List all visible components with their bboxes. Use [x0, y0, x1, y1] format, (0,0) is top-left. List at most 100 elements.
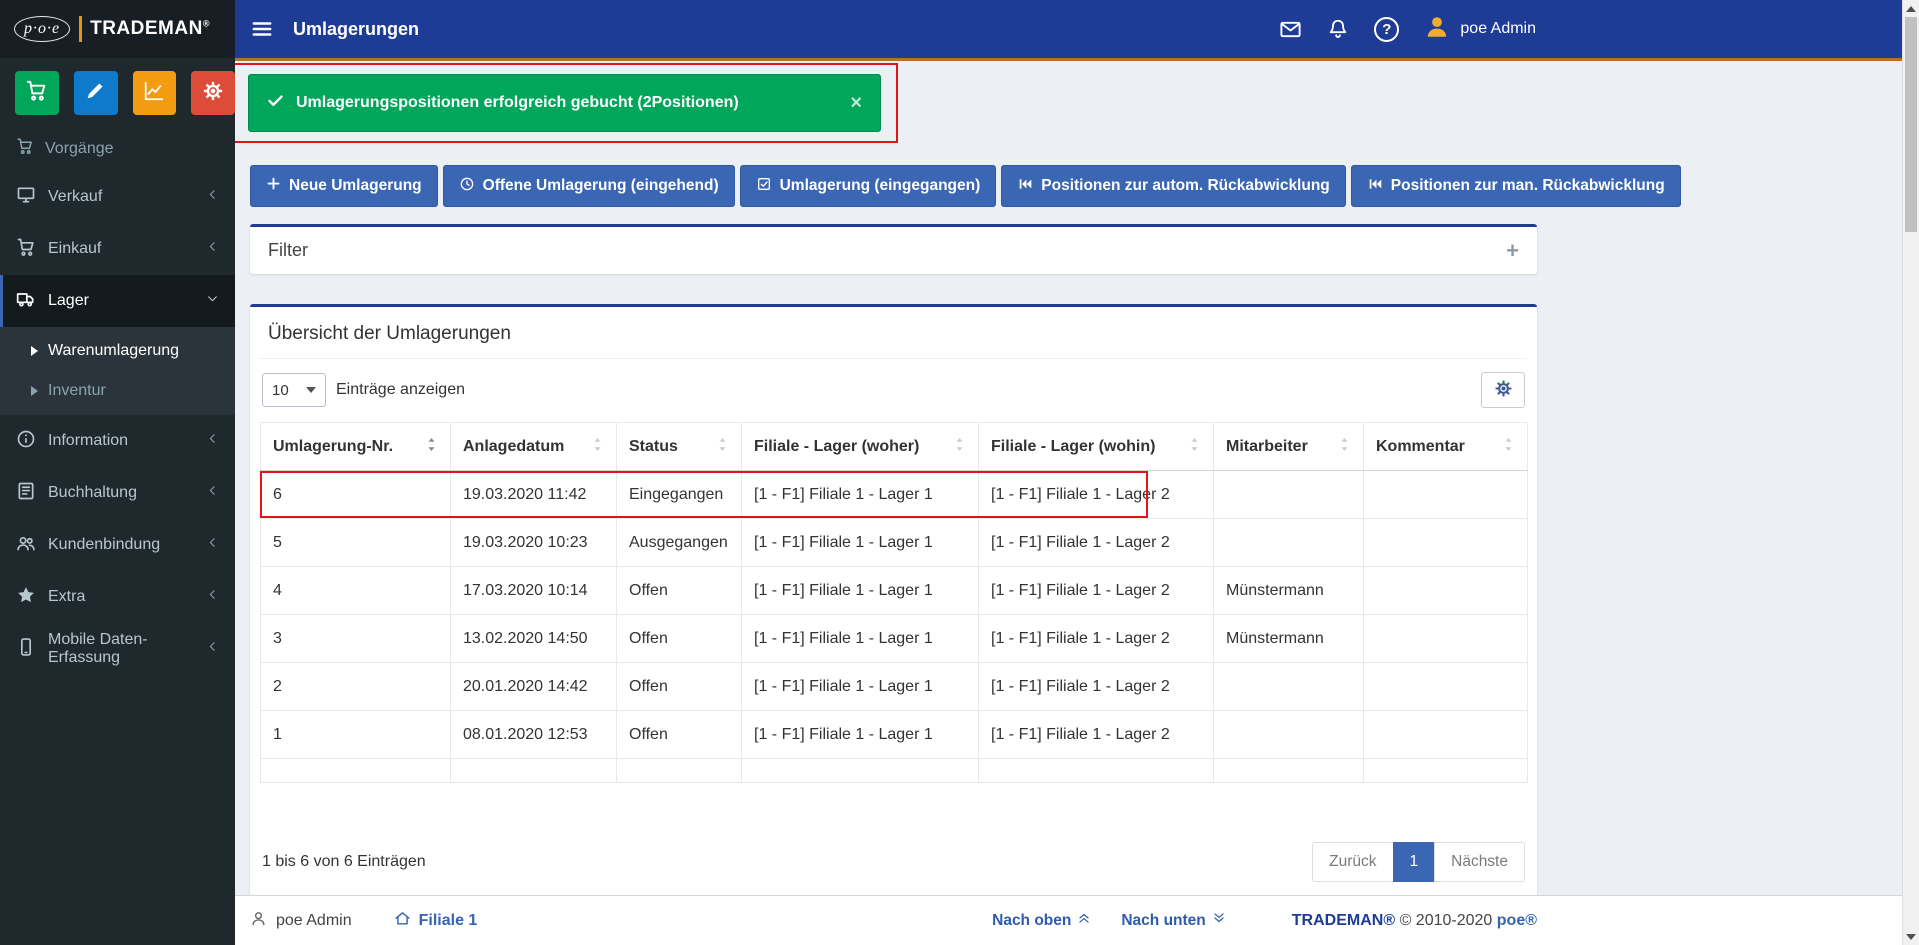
info-icon: [16, 429, 36, 454]
check-icon: [267, 92, 284, 114]
notifications-icon[interactable]: [1327, 18, 1349, 40]
quick-edit-button[interactable]: [74, 71, 118, 115]
sidebar-item-einkauf[interactable]: Einkauf: [0, 223, 235, 275]
cart-icon: [16, 237, 36, 262]
scroll-up-arrow[interactable]: [1903, 0, 1919, 17]
chevron-left-icon: [206, 588, 219, 606]
table-cell: [1 - F1] Filiale 1 - Lager 1: [742, 711, 979, 759]
column-header-status[interactable]: Status: [617, 423, 742, 471]
page-length-select[interactable]: 10: [262, 373, 326, 407]
plus-icon: [266, 176, 281, 196]
received-transfer-button[interactable]: Umlagerung (eingegangen): [740, 165, 997, 207]
footer-branch-link[interactable]: Filiale 1: [394, 910, 478, 932]
scroll-down-arrow[interactable]: [1903, 928, 1919, 945]
table-cell: 20.01.2020 14:42: [451, 663, 617, 711]
sidebar-item-buchhaltung[interactable]: Buchhaltung: [0, 467, 235, 519]
action-buttons: Neue Umlagerung Offene Umlagerung (einge…: [250, 165, 1537, 207]
ledger-icon: [16, 481, 36, 506]
table-cell: [1364, 519, 1528, 567]
manual-reversal-button[interactable]: Positionen zur man. Rückabwicklung: [1351, 165, 1681, 207]
table-cell: [1 - F1] Filiale 1 - Lager 2: [979, 615, 1214, 663]
quick-stats-button[interactable]: [133, 71, 177, 115]
scroll-to-top-link[interactable]: Nach oben: [992, 911, 1091, 930]
page-length-value: 10: [272, 382, 289, 399]
table-cell: 17.03.2020 10:14: [451, 567, 617, 615]
sidebar: p·o·e TRADEMAN® Vorgänge Verkauf: [0, 0, 235, 945]
table-settings-button[interactable]: [1481, 372, 1525, 408]
quick-settings-button[interactable]: [191, 71, 235, 115]
sidebar-item-label: Extra: [48, 588, 85, 606]
annotation-alert-highlight: Umlagerungspositionen erfolgreich gebuch…: [235, 63, 898, 143]
column-label: Anlagedatum: [463, 438, 564, 456]
table-cell: 3: [261, 615, 451, 663]
sidebar-item-mobile-daten-erfassung[interactable]: Mobile Daten-Erfassung: [0, 623, 235, 675]
sidebar-item-label: Information: [48, 432, 128, 450]
messages-icon[interactable]: [1279, 18, 1302, 41]
table-cell: 1: [261, 711, 451, 759]
close-icon[interactable]: ×: [850, 93, 862, 113]
pagination: Zurück 1 Nächste: [1312, 842, 1525, 882]
table-row[interactable]: 4 17.03.2020 10:14 Offen [1 - F1] Filial…: [261, 567, 1528, 615]
column-header-kommentar[interactable]: Kommentar: [1364, 423, 1528, 471]
table-cell: [1364, 615, 1528, 663]
column-header-mitarbeiter[interactable]: Mitarbeiter: [1214, 423, 1364, 471]
table-row[interactable]: 6 19.03.2020 11:42 Eingegangen [1 - F1] …: [261, 471, 1528, 519]
user-menu[interactable]: poe Admin: [1424, 14, 1536, 45]
column-header-umlagerung-nr[interactable]: Umlagerung-Nr.: [261, 423, 451, 471]
filter-panel[interactable]: Filter +: [250, 224, 1537, 274]
menu-icon[interactable]: [251, 18, 273, 40]
table-row[interactable]: 3 13.02.2020 14:50 Offen [1 - F1] Filial…: [261, 615, 1528, 663]
sidebar-item-extra[interactable]: Extra: [0, 571, 235, 623]
chevron-left-icon: [206, 240, 219, 258]
table-row[interactable]: 2 20.01.2020 14:42 Offen [1 - F1] Filial…: [261, 663, 1528, 711]
sidebar-section-vorgaenge[interactable]: Vorgänge: [0, 124, 235, 171]
auto-reversal-button[interactable]: Positionen zur autom. Rückabwicklung: [1001, 165, 1346, 207]
open-incoming-transfer-button[interactable]: Offene Umlagerung (eingehend): [443, 165, 735, 207]
sidebar-item-verkauf[interactable]: Verkauf: [0, 171, 235, 223]
sidebar-subitem-inventur[interactable]: Inventur: [0, 371, 235, 411]
table-cell: [1214, 471, 1364, 519]
column-header-filiale-woher[interactable]: Filiale - Lager (woher): [742, 423, 979, 471]
page-title: Umlagerungen: [293, 19, 419, 40]
table-cell: Offen: [617, 567, 742, 615]
footer-copyright: TRADEMAN® © 2010-2020 poe®: [1292, 912, 1537, 930]
column-header-anlagedatum[interactable]: Anlagedatum: [451, 423, 617, 471]
table-cell: Offen: [617, 711, 742, 759]
table-cell: 08.01.2020 12:53: [451, 711, 617, 759]
table-cell: [1214, 519, 1364, 567]
transfers-panel: Übersicht der Umlagerungen 10 Einträge a…: [250, 304, 1537, 895]
pagination-page-1-button[interactable]: 1: [1393, 842, 1436, 882]
scroll-thumb[interactable]: [1905, 17, 1917, 232]
user-name: poe Admin: [1460, 20, 1536, 38]
column-label: Mitarbeiter: [1226, 438, 1308, 456]
table-footer-cell: [1214, 759, 1364, 783]
table-cell: 13.02.2020 14:50: [451, 615, 617, 663]
column-label: Status: [629, 438, 678, 456]
quick-cart-button[interactable]: [15, 71, 59, 115]
sidebar-item-lager[interactable]: Lager: [0, 275, 235, 327]
table-row[interactable]: 5 19.03.2020 10:23 Ausgegangen [1 - F1] …: [261, 519, 1528, 567]
pagination-prev-button[interactable]: Zurück: [1312, 842, 1393, 882]
sidebar-item-information[interactable]: Information: [0, 415, 235, 467]
help-icon[interactable]: ?: [1374, 17, 1399, 42]
scroll-to-bottom-link[interactable]: Nach unten: [1121, 911, 1225, 930]
pagination-next-button[interactable]: Nächste: [1434, 842, 1525, 882]
expand-icon[interactable]: +: [1506, 238, 1519, 264]
chevron-down-icon: [206, 292, 219, 310]
filter-title: Filter: [268, 240, 308, 261]
sort-icon: [1188, 436, 1201, 458]
new-transfer-button[interactable]: Neue Umlagerung: [250, 165, 438, 207]
table-cell: 2: [261, 663, 451, 711]
app-logo[interactable]: p·o·e TRADEMAN®: [0, 0, 235, 58]
sidebar-item-kundenbindung[interactable]: Kundenbindung: [0, 519, 235, 571]
chart-icon: [143, 80, 165, 107]
table-row[interactable]: 1 08.01.2020 12:53 Offen [1 - F1] Filial…: [261, 711, 1528, 759]
column-header-filiale-wohin[interactable]: Filiale - Lager (wohin): [979, 423, 1214, 471]
mobile-icon: [16, 637, 36, 662]
column-label: Kommentar: [1376, 438, 1465, 456]
footer-branch-label: Filiale 1: [419, 912, 478, 930]
table-cell: [1364, 711, 1528, 759]
vertical-scrollbar[interactable]: [1902, 0, 1919, 945]
table-footer-cell: [451, 759, 617, 783]
sidebar-subitem-warenumlagerung[interactable]: Warenumlagerung: [0, 331, 235, 371]
